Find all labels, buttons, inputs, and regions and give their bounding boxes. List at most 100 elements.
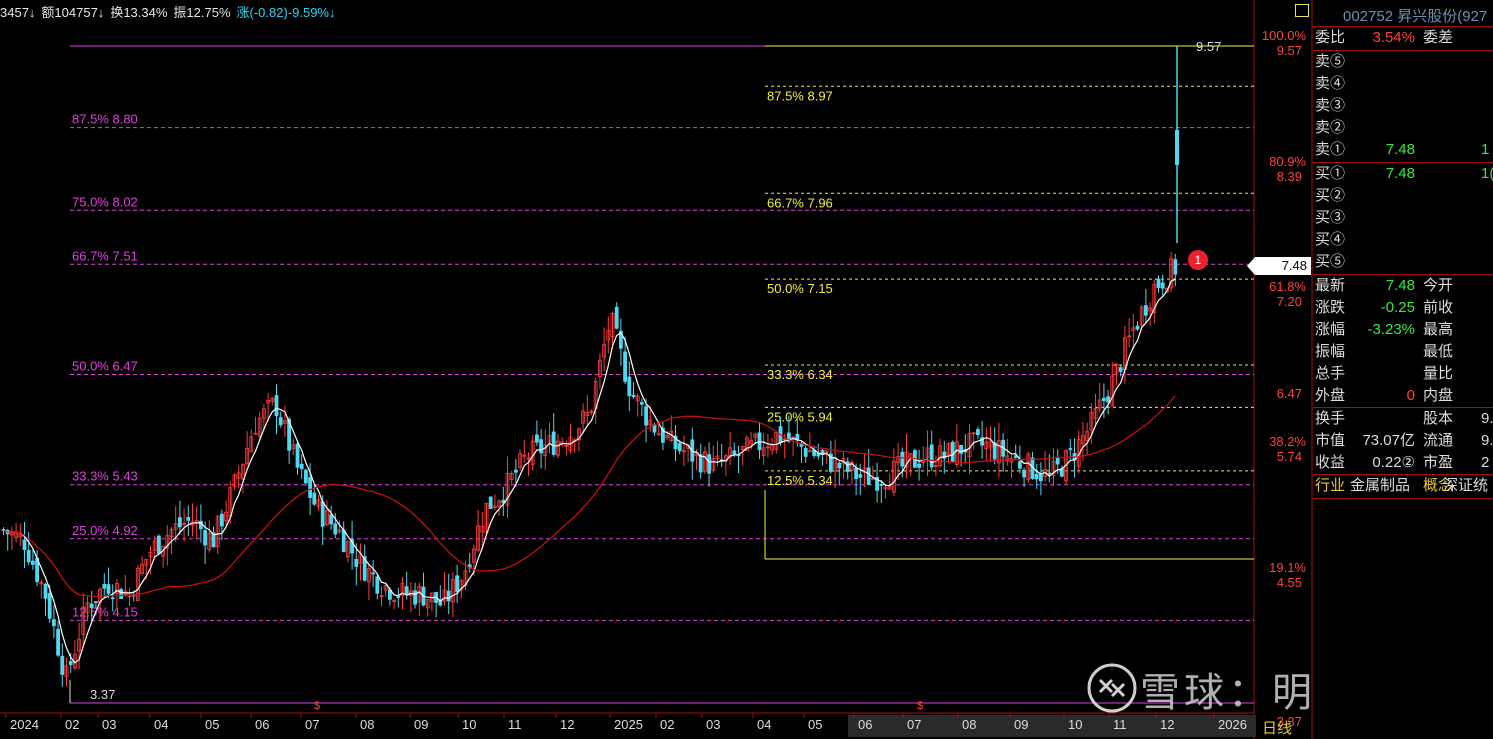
candle-body [312,492,317,505]
ma-long-line [3,395,1176,598]
fund-row-1-l2: 流通 [1423,432,1454,449]
buy-row-1: 买① 7.48 1( [1313,163,1493,185]
quote-row-5: 外盘 0 内盘 [1313,385,1493,407]
x-axis-label: 10 [1068,717,1082,732]
x-axis-label: 05 [808,717,822,732]
fib-left-label: 87.5% 8.80 [72,112,138,127]
weibi-label: 委比 [1315,29,1346,46]
sell-row-1: 卖① 7.48 1 [1313,139,1493,161]
candle-body [156,535,161,555]
candle-body [707,454,711,474]
x-axis-label: 11 [508,717,522,732]
candle-body [22,539,27,551]
candle-body [1047,472,1052,475]
quote-row-3-l2: 最低 [1423,343,1454,360]
candle-body [102,583,107,589]
amplitude-text: 振12.75% [173,5,231,20]
kline-chart[interactable]: 87.5% 8.80 75.0% 8.02 66.7% 7.51 50.0% 6.47… [0,0,1493,739]
axis-price-label: 8.39 [1277,169,1302,184]
buy-row-2-label: 买② [1315,187,1346,204]
candle-body [837,462,842,469]
candle-body [950,441,955,462]
candle-body [110,597,115,600]
x-axis-label: 2025 [614,717,643,732]
fib-left-label: 33.3% 5.43 [72,469,138,484]
quote-row-5-l2: 内盘 [1423,387,1454,404]
x-axis-label: 2024 [10,717,39,732]
sell-row-1-volume: 1 [1481,141,1490,158]
sell-row-3-label: 卖③ [1315,97,1346,114]
quote-row-1-v: -0.25 [1380,299,1415,316]
quote-row-5-l: 外盘 [1315,387,1346,404]
sell-row-1-label: 卖① [1315,141,1346,158]
buy-row-1-label: 买① [1315,165,1346,182]
candle-body [1156,278,1161,288]
x-axis-label: 12 [560,717,574,732]
candle-body [295,443,300,468]
buy-row-5-label: 买⑤ [1315,253,1346,270]
candle-body [627,376,632,397]
candle-body [354,558,359,567]
period-daily-label[interactable]: 日线 [1262,717,1292,738]
candle-body [879,484,884,486]
candle-body [845,461,850,472]
candle-body [1175,130,1179,165]
current-price-tag: 7.48 [1247,257,1311,275]
x-axis-label: 08 [962,717,976,732]
x-axis-label: 04 [757,717,771,732]
industry-value[interactable]: 金属制品 [1350,475,1410,497]
candle-body [446,590,451,602]
candle-body [274,395,279,417]
candle-body [1135,325,1140,330]
turnover-text: 换13.34% [110,5,168,20]
x-axis-label: 03 [102,717,116,732]
fund-row-1-v2: 9. [1481,432,1493,449]
quote-row-4-l2: 量比 [1423,365,1454,382]
candle-body [1144,305,1148,316]
quote-row-2: 涨幅 -3.23% 最高 [1313,319,1493,341]
sell-row-4-label: 卖④ [1315,75,1346,92]
quote-row-4-l: 总手 [1315,365,1346,382]
stock-title[interactable]: 002752 昇兴股份(927 [1343,5,1487,26]
candle-body [900,451,905,467]
fund-row-0-v2: 9. [1481,410,1493,427]
x-axis-label: 02 [65,717,79,732]
quote-row-2-l: 涨幅 [1315,321,1346,338]
axis-price-label: 4.55 [1277,575,1302,590]
fib-right-label: 25.0% 5.94 [767,409,833,424]
x-axis-label: 07 [305,717,319,732]
axis-pct-label: 61.8% [1269,279,1306,294]
high-price-label: 9.57 [1196,39,1221,54]
candle-body [514,469,518,473]
quote-row-4: 总手 量比 [1313,363,1493,385]
fib-left-label: 75.0% 8.02 [72,194,138,209]
event-marker: $ [314,700,320,712]
axis-price-label: 5.74 [1277,449,1302,464]
x-axis-label: 05 [205,717,219,732]
fund-row-1-v: 73.07亿 [1362,432,1415,449]
candle-body [203,530,208,546]
candle-body [60,655,65,675]
candle-body [614,306,619,329]
candle-body [1106,396,1110,403]
quote-row-2-v: -3.23% [1367,321,1415,338]
sell-row-5-label: 卖⑤ [1315,53,1346,70]
fib-left-label: 25.0% 4.92 [72,523,138,538]
fund-row-2-v2: 2 [1481,454,1490,471]
candle-body [341,529,346,553]
candle-body [94,601,98,604]
candle-body [698,454,703,473]
buy-row-3: 买③ [1313,207,1493,229]
concept-value[interactable]: 深证统 [1443,475,1488,497]
layout-toggle-icon[interactable] [1295,4,1309,17]
x-axis-label: 08 [360,717,374,732]
candle-body [1034,473,1039,480]
candle-body [1060,468,1064,477]
weicha-label: 委差 [1423,29,1454,46]
candle-body [488,496,493,509]
axis-pct-label: 38.2% [1269,434,1306,449]
quote-row-3-l: 振幅 [1315,343,1346,360]
candle-body [1022,469,1026,478]
alert-badge[interactable]: 1 [1188,250,1208,270]
candle-body [30,560,35,565]
